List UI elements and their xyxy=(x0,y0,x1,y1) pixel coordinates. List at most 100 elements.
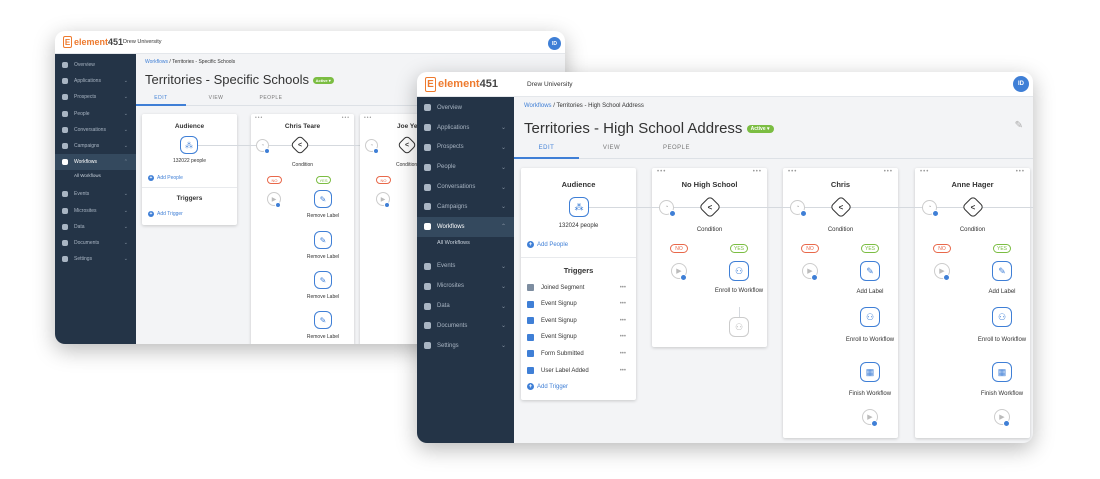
tab-people[interactable]: PEOPLE xyxy=(644,145,709,151)
sidebar-item-people[interactable]: People ⌄ xyxy=(55,106,136,122)
more-icon[interactable]: ••• xyxy=(1016,169,1025,175)
finish-icon[interactable]: ▦ xyxy=(992,362,1012,382)
more-icon[interactable]: ••• xyxy=(620,318,626,324)
trigger-item[interactable]: Event Signup ••• xyxy=(527,317,630,325)
label-icon[interactable]: ✎ xyxy=(992,261,1012,281)
add-people-link[interactable]: + Add People xyxy=(527,241,568,248)
sidebar-item-workflows[interactable]: Workflows ⌃ xyxy=(417,216,514,237)
sidebar-item-microsites[interactable]: Microsites ⌄ xyxy=(417,276,514,296)
chevron-down-icon[interactable]: ⌄ xyxy=(501,144,506,151)
avatar[interactable]: ID xyxy=(1013,76,1029,92)
label-icon[interactable]: ✎ xyxy=(314,231,332,249)
sidebar-item-campaigns[interactable]: Campaigns ⌄ xyxy=(55,138,136,154)
sidebar-item-documents[interactable]: Documents ⌄ xyxy=(55,235,136,251)
status-badge[interactable]: Active ▾ xyxy=(312,77,334,85)
chevron-down-icon[interactable]: ⌄ xyxy=(124,208,128,214)
chevron-down-icon[interactable]: ⌄ xyxy=(124,94,128,100)
more-icon[interactable]: ••• xyxy=(657,169,666,175)
add-people-link[interactable]: + Add People xyxy=(148,175,183,181)
tab-edit[interactable]: EDIT xyxy=(514,145,579,159)
chevron-down-icon[interactable]: ⌄ xyxy=(501,342,506,349)
sidebar-subitem-all-workflows[interactable]: All Workflows xyxy=(437,240,470,246)
chevron-down-icon[interactable]: ⌄ xyxy=(124,111,128,117)
breadcrumb-workflows-link[interactable]: Workflows xyxy=(145,59,168,65)
enroll-icon[interactable]: ⚇ xyxy=(860,307,880,327)
sidebar-item-workflows[interactable]: Workflows ⌃ xyxy=(55,154,136,171)
sidebar-item-overview[interactable]: Overview xyxy=(55,57,136,73)
sidebar-item-data[interactable]: Data ⌄ xyxy=(55,219,136,235)
chevron-down-icon[interactable]: ⌄ xyxy=(501,124,506,131)
audience-icon[interactable]: ⁂ xyxy=(180,136,198,154)
trigger-item[interactable]: Event Signup ••• xyxy=(527,333,630,341)
breadcrumb-workflows-link[interactable]: Workflows xyxy=(524,103,552,109)
chevron-down-icon[interactable]: ⌄ xyxy=(124,191,128,197)
sidebar-item-events[interactable]: Events ⌄ xyxy=(417,257,514,277)
tab-view[interactable]: VIEW xyxy=(191,95,241,101)
more-icon[interactable]: ••• xyxy=(920,169,929,175)
sidebar-item-applications[interactable]: Applications ⌄ xyxy=(55,73,136,89)
more-icon[interactable]: ••• xyxy=(620,351,626,357)
sidebar-item-conversations[interactable]: Conversations ⌄ xyxy=(417,177,514,197)
trigger-item[interactable]: User Label Added ••• xyxy=(527,367,630,374)
more-icon[interactable]: ••• xyxy=(255,115,263,121)
sidebar-item-prospects[interactable]: Prospects ⌄ xyxy=(55,89,136,105)
sidebar-item-microsites[interactable]: Microsites ⌄ xyxy=(55,203,136,219)
chevron-down-icon[interactable]: ⌄ xyxy=(124,78,128,84)
audience-icon[interactable]: ⁂ xyxy=(569,197,589,217)
trigger-item[interactable]: Form Submitted ••• xyxy=(527,350,630,358)
chevron-down-icon[interactable]: ⌄ xyxy=(501,184,506,191)
more-icon[interactable]: ••• xyxy=(364,115,372,121)
sidebar-item-applications[interactable]: Applications ⌄ xyxy=(417,118,514,138)
label-icon[interactable]: ✎ xyxy=(314,271,332,289)
more-icon[interactable]: ••• xyxy=(342,115,350,121)
chevron-down-icon[interactable]: ⌄ xyxy=(501,203,506,210)
brand-logo[interactable]: E element451 xyxy=(63,36,123,48)
chevron-up-icon[interactable]: ⌃ xyxy=(124,159,128,165)
label-icon[interactable]: ✎ xyxy=(860,261,880,281)
brand-logo[interactable]: E element451 xyxy=(425,77,498,92)
more-icon[interactable]: ••• xyxy=(620,285,626,291)
empty-step-icon[interactable]: ⚇ xyxy=(729,317,749,337)
sidebar-item-documents[interactable]: Documents ⌄ xyxy=(417,316,514,336)
pencil-icon[interactable]: ✎ xyxy=(1015,120,1023,131)
chevron-down-icon[interactable]: ⌄ xyxy=(124,256,128,262)
add-trigger-link[interactable]: + Add Trigger xyxy=(148,211,183,217)
tab-view[interactable]: VIEW xyxy=(579,145,644,151)
chevron-down-icon[interactable]: ⌄ xyxy=(124,143,128,149)
add-trigger-link[interactable]: + Add Trigger xyxy=(527,383,568,390)
chevron-down-icon[interactable]: ⌄ xyxy=(501,263,506,270)
chevron-down-icon[interactable]: ⌄ xyxy=(124,224,128,230)
chevron-down-icon[interactable]: ⌄ xyxy=(501,303,506,310)
chevron-down-icon[interactable]: ⌄ xyxy=(124,127,128,133)
sidebar-item-conversations[interactable]: Conversations ⌄ xyxy=(55,122,136,138)
more-icon[interactable]: ••• xyxy=(620,301,626,307)
sidebar-subitem-all-workflows[interactable]: All Workflows xyxy=(74,173,101,178)
sidebar-item-campaigns[interactable]: Campaigns ⌄ xyxy=(417,197,514,217)
chevron-down-icon[interactable]: ⌄ xyxy=(501,322,506,329)
sidebar-item-prospects[interactable]: Prospects ⌄ xyxy=(417,138,514,158)
finish-icon[interactable]: ▦ xyxy=(860,362,880,382)
avatar[interactable]: ID xyxy=(548,37,561,50)
more-icon[interactable]: ••• xyxy=(884,169,893,175)
more-icon[interactable]: ••• xyxy=(788,169,797,175)
sidebar-item-people[interactable]: People ⌄ xyxy=(417,157,514,177)
sidebar-item-settings[interactable]: Settings ⌄ xyxy=(417,336,514,356)
sidebar-item-settings[interactable]: Settings ⌄ xyxy=(55,251,136,267)
enroll-icon[interactable]: ⚇ xyxy=(992,307,1012,327)
sidebar-item-data[interactable]: Data ⌄ xyxy=(417,296,514,316)
sidebar-item-overview[interactable]: Overview xyxy=(417,98,514,118)
trigger-item[interactable]: Event Signup ••• xyxy=(527,300,630,308)
more-icon[interactable]: ••• xyxy=(620,368,626,374)
more-icon[interactable]: ••• xyxy=(620,334,626,340)
chevron-up-icon[interactable]: ⌃ xyxy=(501,223,506,230)
sidebar-item-events[interactable]: Events ⌄ xyxy=(55,186,136,202)
chevron-down-icon[interactable]: ⌄ xyxy=(501,164,506,171)
label-icon[interactable]: ✎ xyxy=(314,311,332,329)
more-icon[interactable]: ••• xyxy=(753,169,762,175)
status-badge[interactable]: Active ▾ xyxy=(746,125,774,134)
tab-edit[interactable]: EDIT xyxy=(136,95,186,106)
label-icon[interactable]: ✎ xyxy=(314,190,332,208)
chevron-down-icon[interactable]: ⌄ xyxy=(501,283,506,290)
trigger-item[interactable]: Joined Segment ••• xyxy=(527,284,630,291)
tab-people[interactable]: PEOPLE xyxy=(246,95,296,101)
